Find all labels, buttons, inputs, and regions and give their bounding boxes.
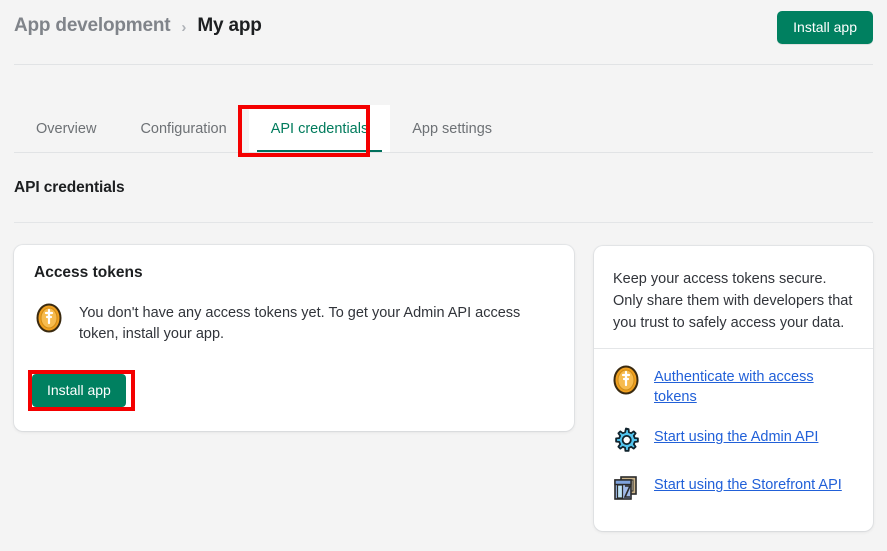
breadcrumb: App development › My app bbox=[14, 15, 262, 37]
page-header: App development › My app Install app bbox=[0, 0, 887, 65]
token-coin-icon bbox=[34, 303, 64, 333]
storefront-icon bbox=[611, 473, 641, 503]
section-title: API credentials bbox=[14, 179, 125, 196]
header-install-app-button[interactable]: Install app bbox=[777, 11, 873, 44]
token-security-card-divider bbox=[594, 348, 873, 349]
breadcrumb-parent-link[interactable]: App development bbox=[14, 15, 171, 37]
link-label[interactable]: Start using the Storefront API bbox=[654, 473, 842, 495]
header-divider bbox=[14, 64, 873, 65]
card-install-app-button[interactable]: Install app bbox=[32, 374, 126, 407]
chevron-right-icon: › bbox=[181, 18, 187, 36]
gear-icon bbox=[611, 425, 641, 455]
link-item-start-using-admin-api[interactable]: Start using the Admin API bbox=[611, 425, 861, 455]
tab-api-credentials[interactable]: API credentials bbox=[248, 105, 391, 153]
page-title: My app bbox=[197, 15, 262, 36]
access-tokens-empty-text: You don't have any access tokens yet. To… bbox=[79, 305, 521, 342]
tab-configuration[interactable]: Configuration bbox=[118, 105, 248, 153]
tab-api-credentials-label: API credentials bbox=[270, 121, 369, 137]
tab-app-settings-label: App settings bbox=[412, 121, 493, 137]
link-label[interactable]: Authenticate with access tokens bbox=[654, 365, 844, 407]
tab-bar-divider bbox=[14, 152, 873, 153]
access-tokens-card-title: Access tokens bbox=[34, 264, 143, 281]
token-security-card: Keep your access tokens secure. Only sha… bbox=[594, 246, 873, 531]
tab-app-settings[interactable]: App settings bbox=[390, 105, 514, 153]
link-item-authenticate-with-access-tokens[interactable]: Authenticate with access tokens bbox=[611, 365, 861, 407]
access-tokens-empty-state: You don't have any access tokens yet. To… bbox=[34, 303, 554, 345]
resource-link-list: Authenticate with access tokens Start us… bbox=[611, 365, 861, 503]
tab-overview[interactable]: Overview bbox=[14, 105, 118, 153]
tab-bar: Overview Configuration API credentials A… bbox=[14, 105, 514, 153]
section-divider bbox=[14, 222, 873, 223]
link-label[interactable]: Start using the Admin API bbox=[654, 425, 818, 447]
link-item-start-using-storefront-api[interactable]: Start using the Storefront API bbox=[611, 473, 861, 503]
tab-overview-label: Overview bbox=[36, 121, 97, 137]
token-coin-icon bbox=[611, 365, 641, 395]
tab-configuration-label: Configuration bbox=[140, 121, 227, 137]
token-security-note: Keep your access tokens secure. Only sha… bbox=[613, 271, 853, 331]
